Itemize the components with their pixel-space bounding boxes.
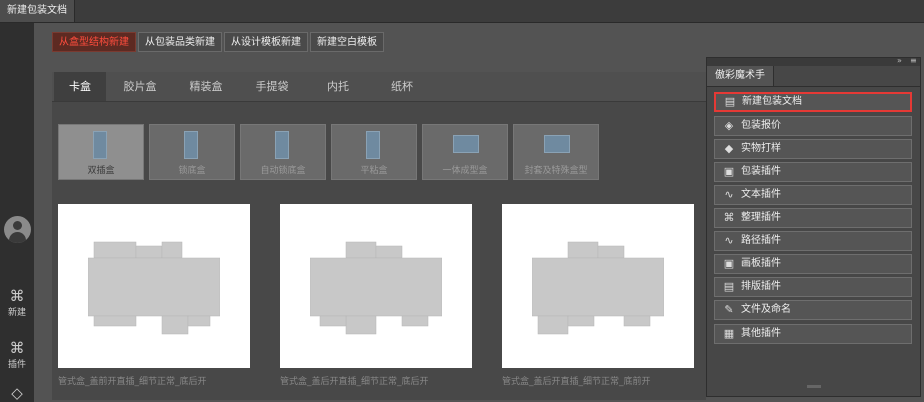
- other-plugin-button[interactable]: ▦ 其他插件: [714, 324, 912, 344]
- sidebar-plugin-button[interactable]: ⌘ 插件: [0, 340, 34, 370]
- box-type-tile[interactable]: 一体成型盒: [422, 124, 508, 180]
- path-plugin-button[interactable]: ∿ 路径插件: [714, 231, 912, 251]
- tab-film-box[interactable]: 胶片盒: [110, 72, 170, 101]
- lock-bottom-box-icon: [184, 131, 198, 159]
- plugin-icon: ⌘: [9, 339, 25, 357]
- text-plugin-button[interactable]: ∿ 文本插件: [714, 185, 912, 205]
- menu-icon[interactable]: ≡: [910, 56, 917, 65]
- template-card[interactable]: [502, 204, 694, 368]
- sidebar-new-label: 新建: [7, 308, 26, 318]
- sidebar-new-button[interactable]: ⌘ 新建: [0, 288, 34, 318]
- package-plugin-icon: ▣: [723, 165, 735, 178]
- template-browser: 卡盒 胶片盒 精装盒 手提袋 内托 纸杯 双插盒 锁底盒 自动锁底盒 平粘盒 一…: [52, 72, 706, 400]
- tab-paper-cup[interactable]: 纸杯: [372, 72, 432, 101]
- user-avatar-icon[interactable]: [4, 216, 31, 243]
- from-design-template-button[interactable]: 从设计模板新建: [224, 32, 308, 52]
- dieline-preview-image: [88, 241, 220, 335]
- package-quote-icon: ◈: [724, 119, 734, 132]
- box-type-tile[interactable]: 锁底盒: [149, 124, 235, 180]
- template-card-label: 管式盒_盖后开直插_细节正常_底后开: [280, 377, 429, 387]
- grid-icon: ⌘: [9, 287, 25, 305]
- package-plugin-button[interactable]: ▣ 包装插件: [714, 162, 912, 182]
- tab-card-box[interactable]: 卡盒: [54, 72, 106, 101]
- left-sidebar: ⌘ 新建 ⌘ 插件 ◇: [0, 23, 34, 402]
- box-type-tile[interactable]: 自动锁底盒: [240, 124, 326, 180]
- from-package-category-button[interactable]: 从包装品类新建: [138, 32, 222, 52]
- tab-handbag[interactable]: 手提袋: [242, 72, 302, 101]
- template-card[interactable]: [280, 204, 472, 368]
- sidebar-plugin-label: 插件: [7, 360, 26, 370]
- magic-hand-panel: » ≡ 傲彩魔术手 ▤ 新建包装文档 ◈ 包装报价 ◆ 实物打样 ▣ 包装插件 …: [706, 56, 921, 397]
- new-blank-template-button[interactable]: 新建空白模板: [310, 32, 384, 52]
- template-card[interactable]: [58, 204, 250, 368]
- template-card-label: 管式盒_盖后开直插_细节正常_底前开: [502, 377, 651, 387]
- grid-plugin-button[interactable]: ⌘ 整理插件: [714, 208, 912, 228]
- new-package-document-button[interactable]: ▤ 新建包装文档: [714, 92, 912, 112]
- artboard-plugin-button[interactable]: ▣ 画板插件: [714, 254, 912, 274]
- auto-lock-bottom-box-icon: [275, 131, 289, 159]
- tab-insert-tray[interactable]: 内托: [308, 72, 368, 101]
- grid-plugin-icon: ⌘: [723, 211, 735, 224]
- artboard-plugin-icon: ▣: [723, 257, 735, 270]
- box-type-tile[interactable]: 双插盒: [58, 124, 144, 180]
- sleeve-box-icon: [544, 135, 570, 153]
- file-naming-button[interactable]: ✎ 文件及命名: [714, 300, 912, 320]
- dieline-preview-image: [532, 241, 664, 335]
- collapse-icon[interactable]: »: [897, 56, 902, 65]
- path-plugin-icon: ∿: [724, 234, 734, 247]
- tuck-end-box-icon: [93, 131, 107, 159]
- dieline-preview-image: [310, 241, 442, 335]
- sidebar-more-icon[interactable]: ◇: [0, 385, 34, 401]
- package-quote-button[interactable]: ◈ 包装报价: [714, 116, 912, 136]
- panel-resize-handle[interactable]: [807, 385, 821, 388]
- text-plugin-icon: ∿: [724, 188, 734, 201]
- from-box-structure-button[interactable]: 从盒型结构新建: [52, 32, 136, 52]
- layout-plugin-button[interactable]: ▤ 排版插件: [714, 277, 912, 297]
- flat-glue-box-icon: [366, 131, 380, 159]
- other-plugin-icon: ▦: [723, 327, 735, 340]
- box-type-tile[interactable]: 封套及特殊盒型: [513, 124, 599, 180]
- category-tabs: 卡盒 胶片盒 精装盒 手提袋 内托 纸杯: [52, 72, 706, 101]
- box-type-tile[interactable]: 平粘盒: [331, 124, 417, 180]
- proof-print-button[interactable]: ◆ 实物打样: [714, 139, 912, 159]
- new-document-icon: ▤: [724, 95, 736, 108]
- panel-title-tab[interactable]: 傲彩魔术手: [707, 66, 774, 86]
- one-piece-box-icon: [453, 135, 479, 153]
- template-card-label: 管式盒_盖前开直插_细节正常_底后开: [58, 377, 207, 387]
- file-naming-icon: ✎: [724, 303, 734, 316]
- layout-plugin-icon: ▤: [723, 280, 735, 293]
- proof-print-icon: ◆: [724, 142, 734, 155]
- document-tab-strip: 新建包装文档: [0, 0, 924, 23]
- document-tab[interactable]: 新建包装文档: [0, 0, 75, 22]
- tab-hardcover-box[interactable]: 精装盒: [176, 72, 236, 101]
